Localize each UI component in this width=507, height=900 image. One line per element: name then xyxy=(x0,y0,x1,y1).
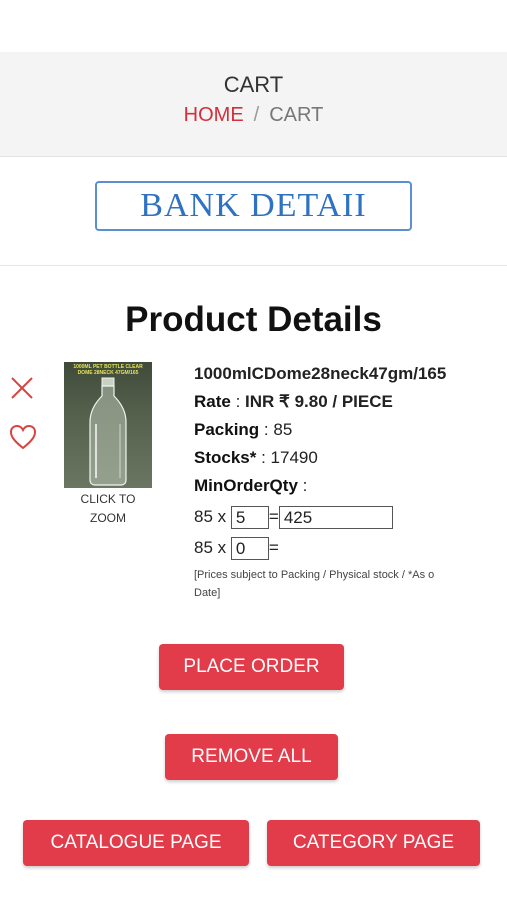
page-header: CART HOME / CART xyxy=(0,52,507,157)
bank-detail-button[interactable]: BANK DETAII xyxy=(95,181,412,231)
quantity-input[interactable]: 5 xyxy=(230,506,269,529)
packing-value: 85 xyxy=(273,420,293,439)
quantity-multiplier: 85 x xyxy=(194,506,227,526)
close-icon[interactable] xyxy=(10,376,34,400)
rate-row: Rate : INR ₹ 9.80 / PIECE xyxy=(194,392,393,411)
product-name: 1000mlCDome28neck47gm/165 xyxy=(194,364,447,383)
page-title: CART xyxy=(223,72,284,97)
equals-sign: = xyxy=(268,506,279,526)
category-page-button[interactable]: CATEGORY PAGE xyxy=(267,820,480,866)
remove-all-button[interactable]: REMOVE ALL xyxy=(165,734,338,780)
packing-row: Packing : 85 xyxy=(194,420,293,439)
quantity-row: 85 x 0 = xyxy=(194,537,279,560)
price-disclaimer-line: [Prices subject to Packing / Physical st… xyxy=(194,569,435,581)
quantity-total-field: 425 xyxy=(278,506,393,529)
breadcrumb: HOME / CART xyxy=(0,104,507,127)
quantity-row: 85 x 5 = 425 xyxy=(194,506,393,529)
rate-value: INR ₹ 9.80 / PIECE xyxy=(245,392,393,411)
place-order-button[interactable]: PLACE ORDER xyxy=(159,644,344,690)
packing-label: Packing xyxy=(194,420,260,439)
quantity-multiplier: 85 x xyxy=(194,537,227,557)
stocks-value: 17490 xyxy=(270,448,318,467)
bottle-icon xyxy=(89,377,127,486)
heart-icon[interactable] xyxy=(9,424,37,450)
breadcrumb-separator: / xyxy=(253,104,260,126)
min-order-qty-row: MinOrderQty : xyxy=(194,476,308,495)
product-details-heading: Product Details xyxy=(125,300,382,339)
breadcrumb-home-link[interactable]: HOME xyxy=(184,104,244,126)
catalogue-page-button[interactable]: CATALOGUE PAGE xyxy=(23,820,249,866)
stocks-label: Stocks* xyxy=(194,448,257,467)
stocks-row: Stocks* : 17490 xyxy=(194,448,318,467)
rate-label: Rate xyxy=(194,392,231,411)
price-disclaimer: [Prices subject to Packing / Physical st… xyxy=(194,566,507,602)
click-to-zoom-text[interactable]: CLICK TO ZOOM xyxy=(64,490,152,528)
equals-sign: = xyxy=(268,537,279,557)
bank-detail-section: BANK DETAII xyxy=(0,157,507,266)
breadcrumb-current: CART xyxy=(269,104,324,126)
quantity-input[interactable]: 0 xyxy=(230,537,269,560)
product-image[interactable]: 1000ML PET BOTTLE CLEAR DOME 28NECK 47GM… xyxy=(64,362,152,488)
min-order-qty-label: MinOrderQty xyxy=(194,476,298,495)
price-disclaimer-line: Date] xyxy=(194,587,221,599)
